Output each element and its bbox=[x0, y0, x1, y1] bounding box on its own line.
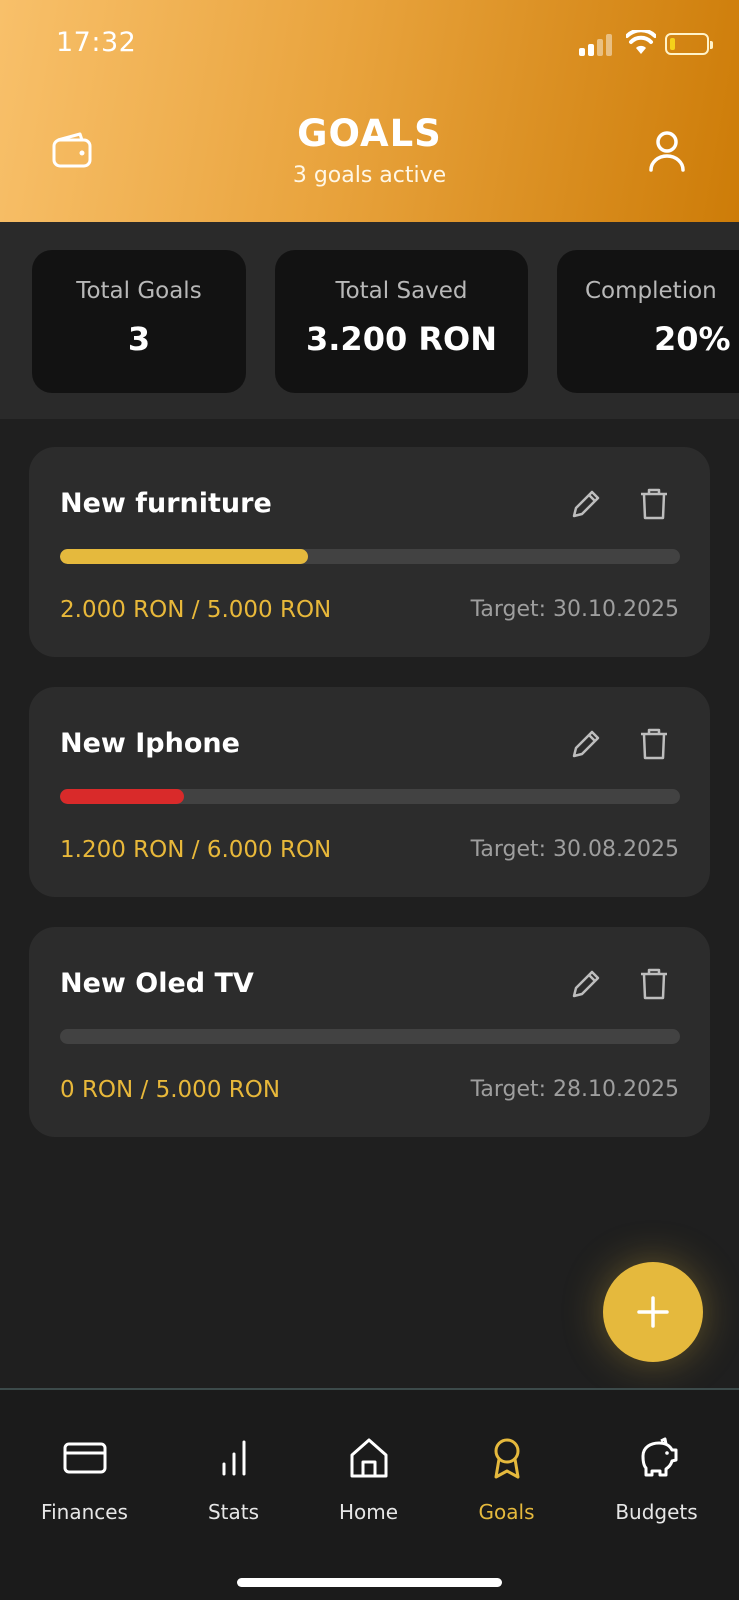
user-icon[interactable] bbox=[648, 130, 686, 172]
nav-label: Goals bbox=[478, 1500, 535, 1524]
progress-bar bbox=[60, 549, 680, 564]
goal-amount: 0 RON / 5.000 RON bbox=[60, 1077, 281, 1103]
goal-card[interactable]: New Iphone 1.200 RON / 6.000 RON Target:… bbox=[29, 687, 710, 897]
stat-card-total-goals: Total Goals 3 bbox=[32, 250, 246, 393]
stat-card-total-saved: Total Saved 3.200 RON bbox=[275, 250, 528, 393]
delete-icon[interactable] bbox=[638, 487, 670, 521]
stat-value: 3.200 RON bbox=[306, 320, 497, 358]
bar-chart-icon bbox=[222, 1440, 245, 1476]
page-title: GOALS bbox=[297, 112, 442, 155]
wifi-icon bbox=[626, 30, 656, 54]
status-time: 17:32 bbox=[56, 27, 137, 58]
nav-item-home[interactable]: Home bbox=[295, 1390, 442, 1530]
bottom-nav: Finances Stats Home Goals Budgets bbox=[0, 1388, 739, 1600]
goal-card[interactable]: New furniture 2.000 RON / 5.000 RON Targ… bbox=[29, 447, 710, 657]
edit-icon[interactable] bbox=[569, 967, 603, 1001]
nav-item-stats[interactable]: Stats bbox=[160, 1390, 307, 1530]
goal-name: New Oled TV bbox=[60, 968, 254, 999]
nav-label: Budgets bbox=[615, 1500, 698, 1524]
progress-fill bbox=[60, 789, 184, 804]
nav-item-goals[interactable]: Goals bbox=[433, 1390, 580, 1530]
stat-label: Completion bbox=[585, 278, 717, 304]
card-icon bbox=[63, 1442, 106, 1474]
progress-bar bbox=[60, 789, 680, 804]
goal-name: New furniture bbox=[60, 488, 272, 519]
home-indicator[interactable] bbox=[237, 1578, 502, 1587]
stats-strip[interactable]: Total Goals 3 Total Saved 3.200 RON Comp… bbox=[0, 222, 739, 419]
header: 17:32 GOALS 3 goals active bbox=[0, 0, 739, 222]
plus-icon bbox=[637, 1296, 669, 1328]
battery-icon bbox=[665, 33, 713, 55]
goal-amount: 2.000 RON / 5.000 RON bbox=[60, 597, 332, 623]
stat-value: 3 bbox=[127, 320, 151, 358]
award-icon bbox=[494, 1438, 519, 1479]
stat-value: 20% bbox=[654, 320, 731, 358]
nav-item-finances[interactable]: Finances bbox=[11, 1390, 158, 1530]
goal-name: New Iphone bbox=[60, 728, 240, 759]
add-goal-button[interactable] bbox=[603, 1262, 703, 1362]
stat-card-completion: Completion 20% bbox=[557, 250, 739, 393]
edit-icon[interactable] bbox=[569, 727, 603, 761]
piggy-bank-icon bbox=[641, 1437, 677, 1477]
nav-item-budgets[interactable]: Budgets bbox=[583, 1390, 730, 1530]
goal-target-date: Target: 28.10.2025 bbox=[470, 1077, 679, 1102]
signal-icon bbox=[579, 34, 615, 56]
progress-bar bbox=[60, 1029, 680, 1044]
delete-icon[interactable] bbox=[638, 727, 670, 761]
progress-fill bbox=[60, 549, 308, 564]
nav-label: Stats bbox=[207, 1500, 260, 1524]
nav-label: Finances bbox=[41, 1500, 128, 1524]
goal-target-date: Target: 30.10.2025 bbox=[470, 597, 679, 622]
goal-card[interactable]: New Oled TV 0 RON / 5.000 RON Target: 28… bbox=[29, 927, 710, 1137]
edit-icon[interactable] bbox=[569, 487, 603, 521]
stat-label: Total Saved bbox=[335, 278, 468, 304]
nav-label: Home bbox=[338, 1500, 399, 1524]
home-icon bbox=[350, 1438, 387, 1478]
goal-amount: 1.200 RON / 6.000 RON bbox=[60, 837, 332, 863]
goal-target-date: Target: 30.08.2025 bbox=[470, 837, 679, 862]
page-subtitle: 3 goals active bbox=[292, 163, 447, 188]
stat-label: Total Goals bbox=[76, 278, 202, 304]
delete-icon[interactable] bbox=[638, 967, 670, 1001]
